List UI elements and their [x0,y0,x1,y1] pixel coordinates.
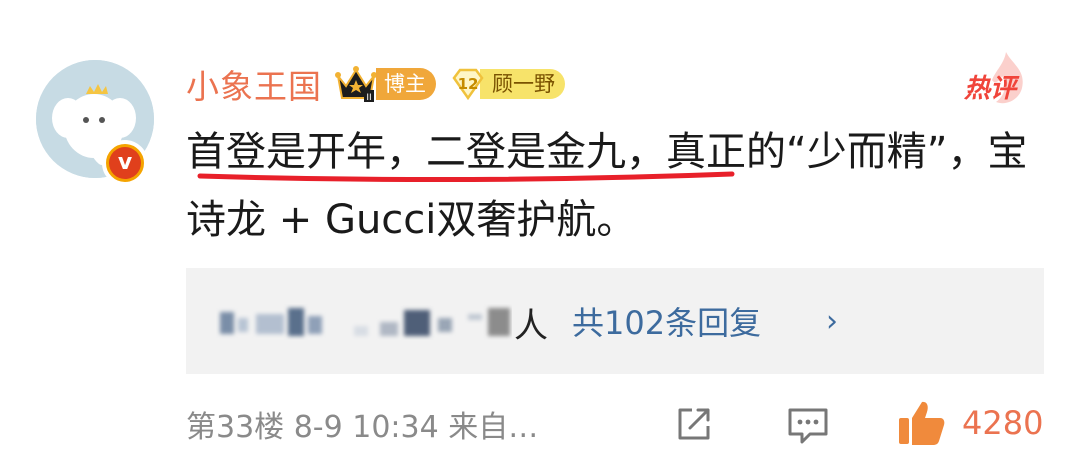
reply-names-suffix: 人 [514,306,548,346]
share-icon[interactable] [674,404,714,444]
hot-comment-badge: 热评 [960,50,1032,110]
reply-count-link[interactable]: 共102条回复 [572,298,761,344]
verified-badge: v [102,140,148,186]
red-underline-annotation [197,171,735,183]
fan-level-number: 12 [457,75,479,93]
diamond-level-icon: 12 [450,66,486,102]
comment-text: 首登是开年，二登是金九，真正的“少而精”，宝诗龙 + Gucci双奢护航。 [186,129,1028,243]
v-badge-icon: v [109,147,141,179]
comment-header: 小象王国 II 博主 12 顾一野 [186,62,565,106]
crown-icon: II [335,66,377,103]
hot-label: 热评 [964,74,1017,104]
blurred-names [220,308,510,336]
username[interactable]: 小象王国 [186,60,322,108]
chevron-right-icon: › [826,304,838,339]
replies-preview[interactable]: 人 共102条回复 › [186,268,1044,374]
fan-name: 顾一野 [480,69,565,99]
blogger-tag[interactable]: 博主 [376,68,436,100]
svg-text:II: II [366,93,371,103]
comment-meta: 第33楼 8-9 10:34 来自… [186,410,539,445]
comment-icon[interactable] [786,404,830,446]
thumbs-up-icon[interactable] [896,398,946,448]
fan-tag[interactable]: 12 顾一野 [450,66,565,102]
like-count[interactable]: 4280 [962,404,1043,442]
